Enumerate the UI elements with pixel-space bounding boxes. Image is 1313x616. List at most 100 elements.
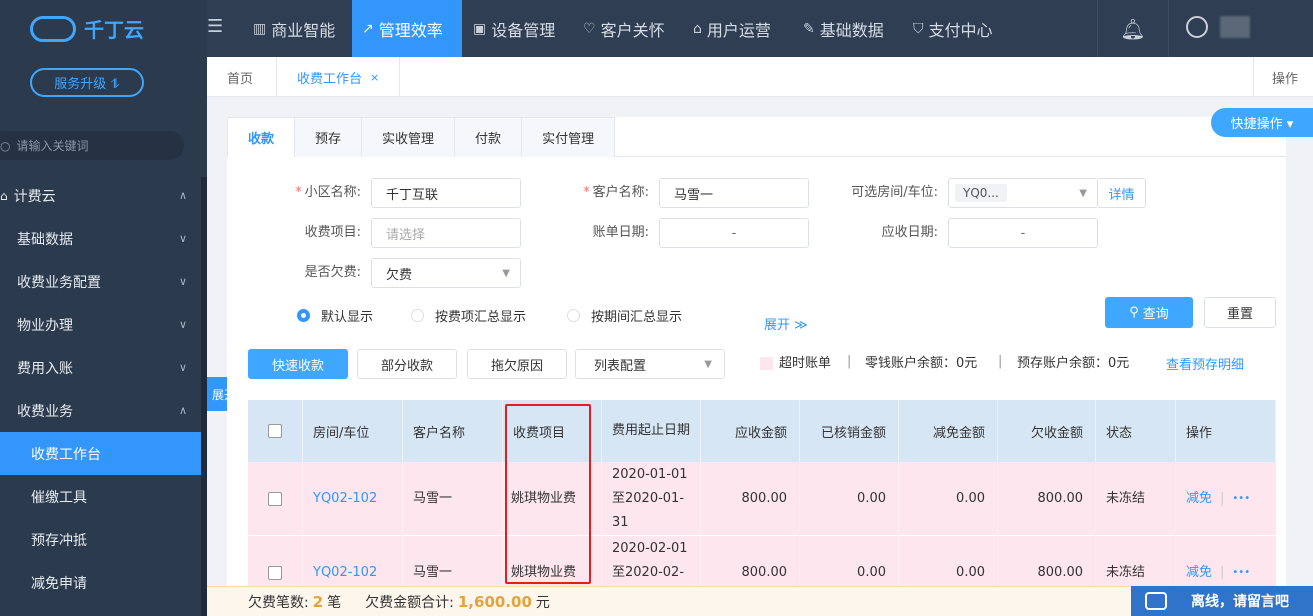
sidebar-search[interactable]: ○ 请输入关键词 <box>0 131 184 160</box>
radio-by-item[interactable]: 按费项汇总显示 <box>411 305 526 325</box>
detail-button[interactable]: 详情 <box>1098 178 1146 208</box>
sidebar-item-workbench[interactable]: 收费工作台 <box>0 432 201 475</box>
home-icon: ⌂ <box>0 188 8 203</box>
sidebar-item-fee-config[interactable]: 收费业务配置 ∨ <box>0 260 201 303</box>
checkbox[interactable] <box>268 424 282 438</box>
page-tabbar: 首页 收费工作台 × 操作 <box>207 57 1313 97</box>
change-balance: 零钱账户余额：0元 <box>865 356 978 371</box>
query-button[interactable]: ⚲ 查询 <box>1105 297 1193 328</box>
label-text: 客户名称: <box>592 185 649 200</box>
radio-label: 默认显示 <box>321 309 374 325</box>
nav-payment-center[interactable]: ⛉ 支付中心 <box>903 0 1003 57</box>
sidebar-item-billing-cloud[interactable]: ⌂ 计费云 ∧ <box>0 174 201 217</box>
tab-receive[interactable]: 收款 <box>227 117 296 157</box>
bill-date-range[interactable]: - <box>659 218 809 248</box>
tab-actual-receive[interactable]: 实收管理 <box>362 117 456 157</box>
prepay-balance: 预存账户余额：0元 <box>1017 356 1130 371</box>
highlight-box <box>505 404 591 584</box>
list-config-select[interactable]: 列表配置 ▼ <box>575 349 725 379</box>
quick-action-button[interactable]: 快捷操作 ▾ <box>1211 108 1313 137</box>
tab-home[interactable]: 首页 <box>207 57 277 97</box>
ops-label: 操作 <box>1272 71 1299 87</box>
divider: | <box>1220 565 1225 580</box>
tab-prepay[interactable]: 预存 <box>295 117 363 157</box>
arrears-select[interactable]: 欠费 ▼ <box>371 258 521 288</box>
caret-down-icon: ▼ <box>704 358 712 370</box>
offline-chat-button[interactable]: 离线，请留言吧 <box>1131 586 1313 616</box>
more-icon[interactable]: ••• <box>1232 561 1250 585</box>
reset-button[interactable]: 重置 <box>1204 297 1276 328</box>
radio-default[interactable]: 默认显示 <box>297 305 373 325</box>
waive-link[interactable]: 减免 <box>1186 561 1212 585</box>
sidebar-item-fee-entry[interactable]: 费用入账 ∨ <box>0 346 201 389</box>
nav-device-mgmt[interactable]: ▣ 设备管理 <box>463 0 565 57</box>
fee-item-select[interactable]: 请选择 <box>371 218 521 248</box>
close-icon[interactable]: × <box>370 71 379 84</box>
select-all-checkbox[interactable] <box>248 400 303 462</box>
nav-label: 基础数据 <box>819 20 884 40</box>
bell-icon[interactable]: 🔔︎ <box>1097 0 1169 57</box>
overdue-swatch <box>760 357 773 370</box>
customer-field[interactable]: 马雪一 <box>659 178 809 208</box>
btn-label: 查询 <box>1142 307 1169 322</box>
sidebar-item-label: 收费业务 <box>17 403 73 420</box>
tab-label: 收费工作台 <box>297 71 363 87</box>
search-placeholder: 请输入关键词 <box>16 139 89 153</box>
sidebar-item-base-data[interactable]: 基础数据 ∨ <box>0 217 201 260</box>
checkbox[interactable] <box>268 492 282 506</box>
arrears-reason-button[interactable]: 拖欠原因 <box>467 349 567 379</box>
room-link[interactable]: YQ02-102 <box>303 462 403 536</box>
room-select[interactable]: YQ0... ▼ <box>948 178 1098 208</box>
view-prepay-link[interactable]: 查看预存明细 <box>1166 354 1244 373</box>
tab-actual-payment[interactable]: 实付管理 <box>522 117 616 157</box>
tab-label: 首页 <box>227 71 254 87</box>
nav-label: 支付中心 <box>928 20 993 40</box>
nav-label: 商业智能 <box>271 20 336 40</box>
room-tag[interactable]: YQ0... <box>955 184 1007 202</box>
community-label: * 小区名称: <box>267 178 361 208</box>
upgrade-button[interactable]: 服务升级 ⥮ <box>30 68 144 97</box>
sidebar-item-label: 收费业务配置 <box>17 274 101 291</box>
tab-operations[interactable]: 操作 <box>1253 57 1313 97</box>
sidebar-item-label: 基础数据 <box>17 231 73 248</box>
menu-toggle-icon[interactable]: ☰ <box>207 18 227 38</box>
expand-filter-link[interactable]: 展开 ≫ <box>764 314 808 333</box>
col-customer: 客户名称 <box>403 400 503 462</box>
nav-label: 管理效率 <box>378 20 443 40</box>
user-avatar-icon[interactable] <box>1186 16 1208 38</box>
quick-collect-button[interactable]: 快速收款 <box>248 349 348 379</box>
customer-cell: 马雪一 <box>403 462 503 536</box>
more-icon[interactable]: ••• <box>1232 487 1250 511</box>
chevron-up-icon: ∧ <box>178 404 187 417</box>
waive-link[interactable]: 减免 <box>1186 487 1212 511</box>
tab-workbench[interactable]: 收费工作台 × <box>277 57 401 97</box>
nav-business-intel[interactable]: ▥ 商业智能 <box>243 0 345 57</box>
community-field[interactable]: 千丁互联 <box>371 178 521 208</box>
nav-base-data[interactable]: ✎ 基础数据 <box>793 0 894 57</box>
nav-user-ops[interactable]: ⌂ 用户运营 <box>683 0 781 57</box>
status-cell: 未冻结 <box>1096 462 1176 536</box>
sidebar-item-dunning[interactable]: 催缴工具 <box>0 475 201 518</box>
nav-management-efficiency[interactable]: ↗ 管理效率 <box>352 0 462 57</box>
wrench-icon: ✎ <box>803 20 815 37</box>
search-icon: ⚲ <box>1129 305 1139 320</box>
divider: | <box>1220 491 1225 506</box>
logo[interactable]: 千丁云 <box>0 0 207 57</box>
tab-payment[interactable]: 付款 <box>455 117 523 157</box>
partial-collect-button[interactable]: 部分收款 <box>357 349 457 379</box>
heart-icon: ♡ <box>583 20 596 37</box>
col-room: 房间/车位 <box>303 400 403 462</box>
table-row[interactable]: YQ02-102 马雪一 姚琪物业费 2020-01-01至2020-01-31… <box>248 462 1276 536</box>
nav-customer-care[interactable]: ♡ 客户关怀 <box>573 0 675 57</box>
sidebar-item-property[interactable]: 物业办理 ∨ <box>0 303 201 346</box>
sidebar-item-prepay-offset[interactable]: 预存冲抵 <box>0 518 201 561</box>
col-receivable: 应收金额 <box>701 400 800 462</box>
radio-by-period[interactable]: 按期间汇总显示 <box>567 305 682 325</box>
username-redacted[interactable] <box>1220 16 1250 38</box>
sidebar-item-collection[interactable]: 收费业务 ∧ <box>0 389 201 432</box>
checkbox[interactable] <box>268 566 282 580</box>
due-date-range[interactable]: - <box>948 218 1098 248</box>
user-ops-icon: ⌂ <box>693 20 702 37</box>
sidebar-item-waiver[interactable]: 减免申请 <box>0 561 201 604</box>
row-checkbox[interactable] <box>248 462 303 536</box>
